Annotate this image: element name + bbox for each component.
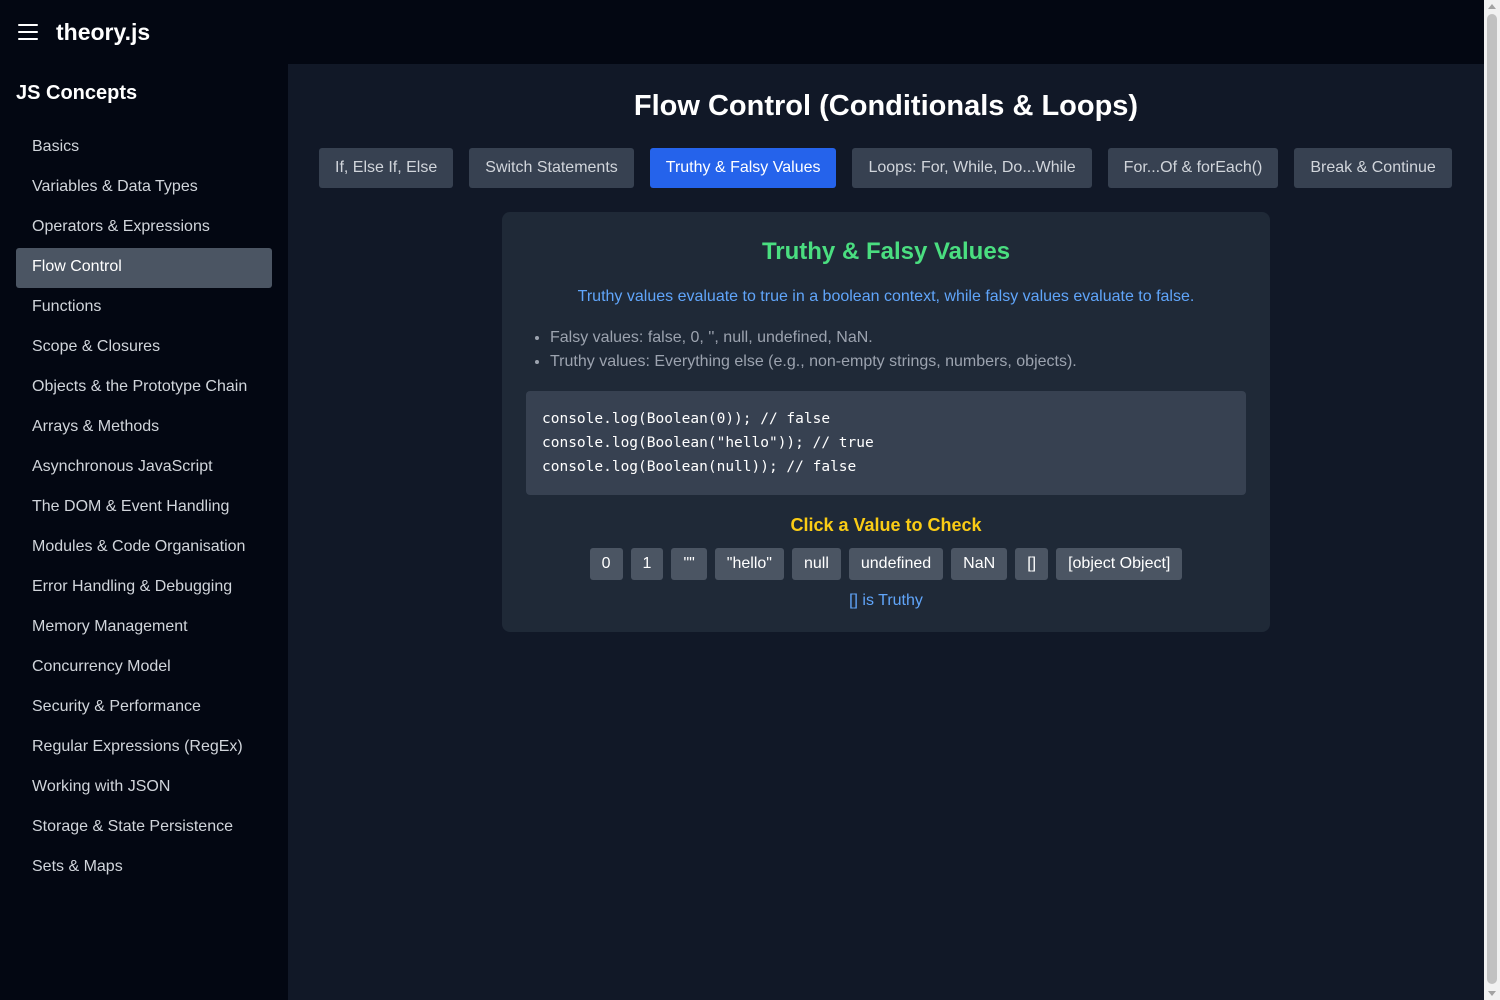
- value-button-1[interactable]: 1: [630, 548, 664, 580]
- scroll-down-icon[interactable]: [1488, 991, 1496, 996]
- sidebar-item-flow-control[interactable]: Flow Control: [16, 248, 272, 288]
- sidebar: JS Concepts Basics Variables & Data Type…: [0, 64, 288, 1000]
- tab-loops[interactable]: Loops: For, While, Do...While: [852, 148, 1092, 188]
- menu-icon[interactable]: [18, 24, 38, 40]
- top-bar: theory.js: [0, 0, 1484, 64]
- tab-truthy-falsy[interactable]: Truthy & Falsy Values: [649, 148, 837, 188]
- card-description: Truthy values evaluate to true in a bool…: [577, 288, 1195, 305]
- tab-if-else[interactable]: If, Else If, Else: [319, 148, 454, 188]
- value-buttons: 0 1 "" "hello" null undefined NaN [] [ob…: [526, 548, 1246, 580]
- sidebar-item-functions[interactable]: Functions: [16, 288, 272, 328]
- value-button-0[interactable]: 0: [589, 548, 623, 580]
- value-button-array[interactable]: []: [1015, 548, 1049, 580]
- tab-break-continue[interactable]: Break & Continue: [1294, 148, 1452, 188]
- value-button-undefined[interactable]: undefined: [848, 548, 944, 580]
- scroll-up-icon[interactable]: [1488, 4, 1496, 9]
- value-button-null[interactable]: null: [791, 548, 841, 580]
- sidebar-item-variables[interactable]: Variables & Data Types: [16, 168, 272, 208]
- tab-for-of[interactable]: For...Of & forEach(): [1107, 148, 1279, 188]
- sidebar-item-errors[interactable]: Error Handling & Debugging: [16, 568, 272, 608]
- value-button-object[interactable]: [object Object]: [1056, 548, 1183, 580]
- sidebar-item-arrays[interactable]: Arrays & Methods: [16, 408, 272, 448]
- sidebar-item-memory[interactable]: Memory Management: [16, 608, 272, 648]
- check-title: Click a Value to Check: [790, 515, 982, 535]
- sidebar-item-concurrency[interactable]: Concurrency Model: [16, 648, 272, 688]
- list-item: Truthy values: Everything else (e.g., no…: [550, 350, 1246, 374]
- card-title: Truthy & Falsy Values: [761, 238, 1011, 265]
- value-button-hello[interactable]: "hello": [714, 548, 784, 580]
- sidebar-list: Basics Variables & Data Types Operators …: [16, 128, 272, 888]
- bullet-list: Falsy values: false, 0, '', null, undefi…: [526, 326, 1246, 374]
- page-title: Flow Control (Conditionals & Loops): [633, 90, 1139, 122]
- page-scrollbar[interactable]: [1484, 0, 1500, 1000]
- main-content: Flow Control (Conditionals & Loops) If, …: [288, 64, 1484, 1000]
- code-line: console.log(Boolean(null)); // false: [542, 459, 857, 475]
- sidebar-title: JS Concepts: [16, 82, 138, 104]
- brand-title: theory.js: [56, 18, 151, 45]
- sidebar-item-json[interactable]: Working with JSON: [16, 768, 272, 808]
- sidebar-item-dom[interactable]: The DOM & Event Handling: [16, 488, 272, 528]
- sidebar-item-modules[interactable]: Modules & Code Organisation: [16, 528, 272, 568]
- value-button-nan[interactable]: NaN: [951, 548, 1008, 580]
- sidebar-item-operators[interactable]: Operators & Expressions: [16, 208, 272, 248]
- code-line: console.log(Boolean(0)); // false: [542, 411, 831, 427]
- list-item: Falsy values: false, 0, '', null, undefi…: [550, 326, 1246, 350]
- content-card: Truthy & Falsy Values Truthy values eval…: [502, 212, 1270, 632]
- code-line: console.log(Boolean("hello")); // true: [542, 435, 874, 451]
- sidebar-item-sets-maps[interactable]: Sets & Maps: [16, 848, 272, 888]
- tab-switch[interactable]: Switch Statements: [469, 148, 634, 188]
- sidebar-item-async[interactable]: Asynchronous JavaScript: [16, 448, 272, 488]
- sidebar-item-regex[interactable]: Regular Expressions (RegEx): [16, 728, 272, 768]
- result-text: [] is Truthy: [849, 592, 923, 609]
- scroll-thumb[interactable]: [1487, 14, 1497, 984]
- code-block: console.log(Boolean(0)); // false consol…: [526, 391, 1246, 495]
- sidebar-item-storage[interactable]: Storage & State Persistence: [16, 808, 272, 848]
- sidebar-item-objects[interactable]: Objects & the Prototype Chain: [16, 368, 272, 408]
- value-button-empty-string[interactable]: "": [671, 548, 707, 580]
- sidebar-item-security[interactable]: Security & Performance: [16, 688, 272, 728]
- sidebar-item-basics[interactable]: Basics: [16, 128, 272, 168]
- sidebar-item-scope[interactable]: Scope & Closures: [16, 328, 272, 368]
- tab-bar: If, Else If, Else Switch Statements Trut…: [319, 148, 1452, 188]
